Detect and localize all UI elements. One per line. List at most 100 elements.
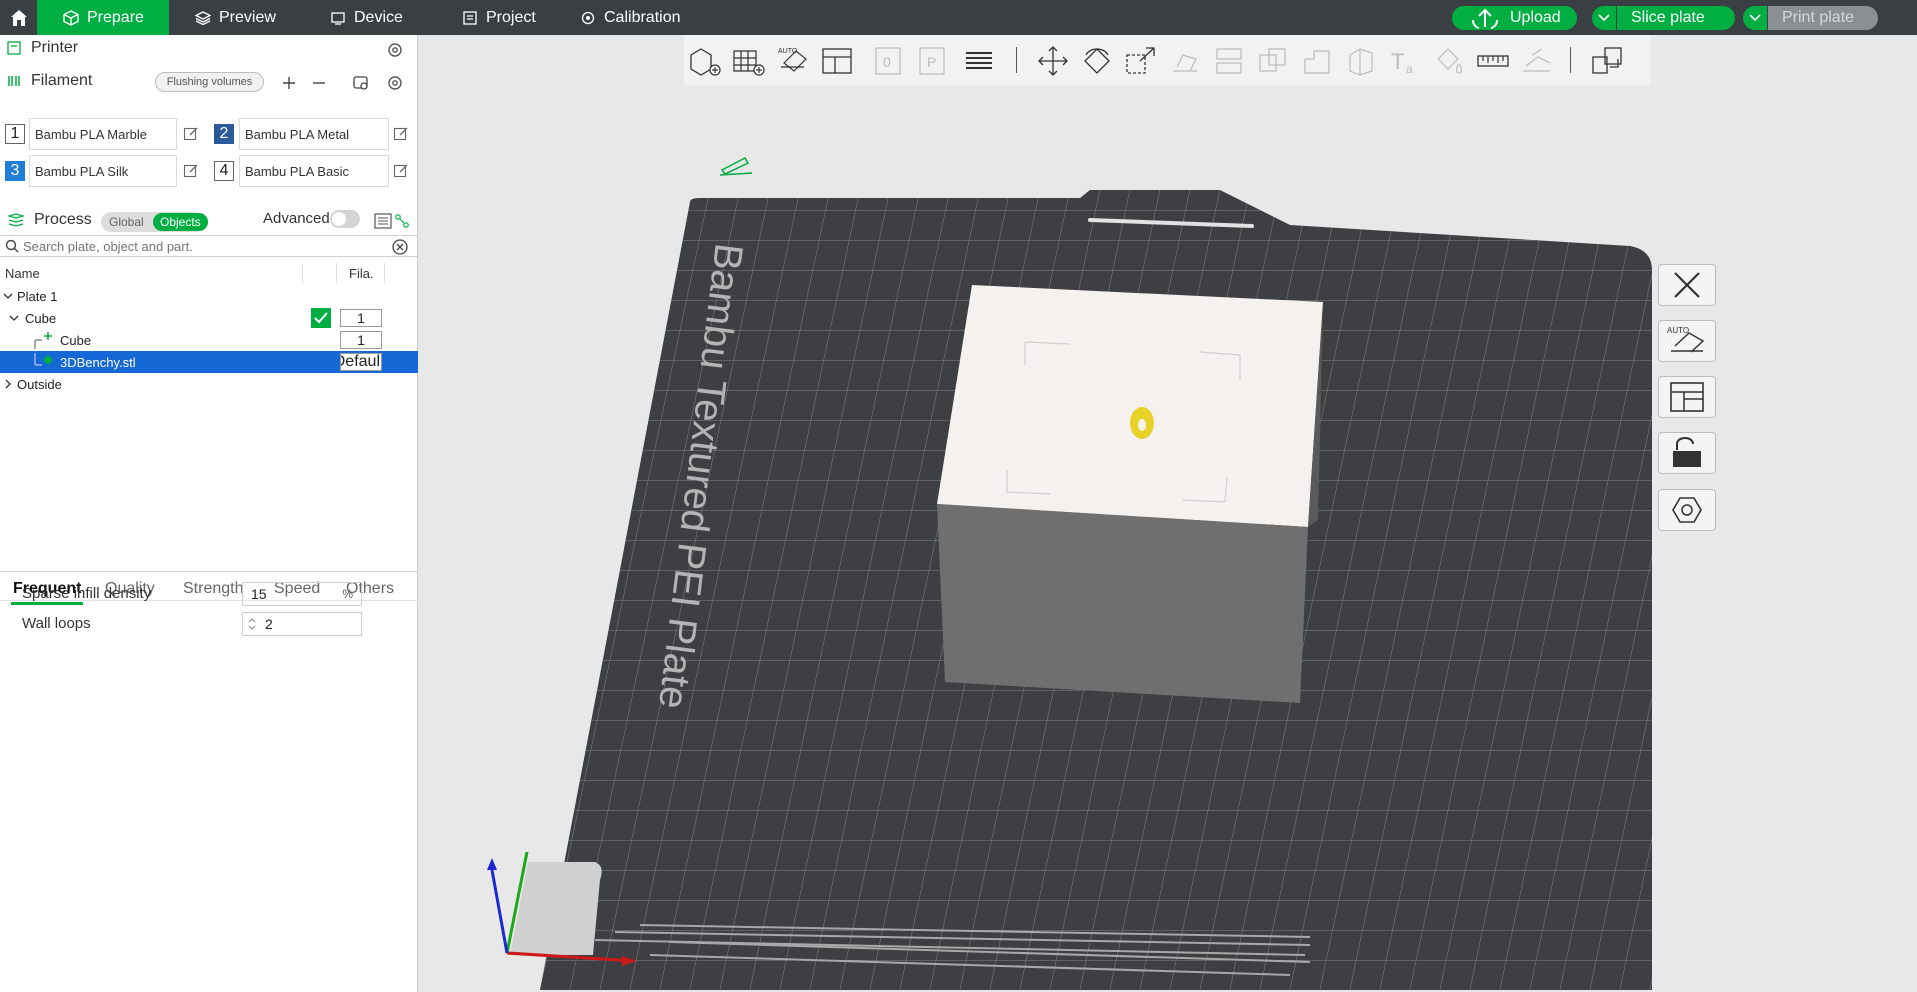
lay-on-face-icon[interactable]: [1168, 45, 1202, 77]
pencil-icon[interactable]: [719, 157, 753, 176]
tab-calibration[interactable]: Calibration: [580, 0, 680, 35]
filament-slot-1-select[interactable]: Bambu PLA Marble: [29, 118, 177, 150]
chevron-down-icon[interactable]: [9, 313, 19, 323]
unlock-icon: [1673, 437, 1701, 467]
cube-top-face[interactable]: [937, 285, 1323, 527]
sparse-infill-input[interactable]: 15 %: [242, 582, 362, 606]
plate-p-icon[interactable]: P: [916, 45, 950, 77]
clear-search-icon[interactable]: [392, 239, 408, 255]
filament-settings-icon[interactable]: [386, 74, 404, 92]
part-icon: [34, 332, 52, 349]
filament-select[interactable]: Defaul: [340, 353, 382, 371]
tab-device[interactable]: Device: [330, 0, 403, 35]
cut-icon[interactable]: [1212, 45, 1246, 77]
chevron-down-icon: [1598, 14, 1610, 22]
wall-loops-input[interactable]: 2: [242, 612, 362, 636]
slice-dropdown-button[interactable]: [1592, 6, 1616, 30]
filament-slot-4-select[interactable]: Bambu PLA Basic: [239, 155, 389, 187]
lock-plate-button[interactable]: [1658, 432, 1716, 474]
auto-orient-button[interactable]: AUTO: [1658, 320, 1716, 362]
tab-prepare[interactable]: Prepare: [37, 0, 169, 35]
advanced-switch[interactable]: [330, 210, 360, 228]
object-search-input[interactable]: [23, 238, 393, 254]
tab-preview[interactable]: Preview: [195, 0, 276, 35]
stepper-icon[interactable]: [247, 616, 257, 632]
filament-select[interactable]: 1: [340, 309, 382, 327]
move-icon[interactable]: [1036, 45, 1070, 77]
measure-icon[interactable]: [1476, 45, 1510, 77]
layers-view-icon[interactable]: [962, 45, 996, 77]
filament-slot-1-number: 1: [5, 124, 25, 144]
plate-settings-button[interactable]: [1658, 489, 1716, 531]
arrange-icon[interactable]: [820, 45, 854, 77]
advanced-label: Advanced: [263, 210, 330, 227]
arrange-button[interactable]: [1658, 376, 1716, 418]
svg-text:P: P: [927, 54, 936, 70]
tab-project[interactable]: Project: [462, 0, 536, 35]
sparse-infill-value: 15: [251, 586, 267, 602]
boolean-icon[interactable]: [1256, 45, 1290, 77]
close-icon: [1674, 272, 1700, 298]
printer-section-header[interactable]: Printer: [7, 39, 78, 57]
filament-slot-4-number: 4: [214, 161, 234, 181]
tab-device-label: Device: [354, 8, 403, 26]
filament-slot-2-select[interactable]: Bambu PLA Metal: [239, 118, 389, 150]
rotate-icon[interactable]: [1080, 45, 1114, 77]
printer-settings-icon[interactable]: [386, 41, 404, 59]
search-icon: [5, 239, 19, 253]
print-dropdown-button[interactable]: [1743, 6, 1767, 30]
filament-icon: [8, 76, 20, 86]
tree-row-outside[interactable]: Outside: [0, 373, 418, 395]
process-scope-toggle[interactable]: Global Objects: [101, 212, 208, 232]
chevron-down-icon[interactable]: [3, 291, 13, 301]
filament-slot-2-number: 2: [214, 124, 234, 144]
print-plate-button[interactable]: Print plate: [1768, 6, 1878, 30]
process-list-icon[interactable]: [374, 213, 392, 229]
add-object-icon[interactable]: [688, 45, 722, 77]
auto-orient-icon[interactable]: AUTO: [776, 45, 810, 77]
add-plate-icon[interactable]: [732, 45, 766, 77]
column-fila[interactable]: Fila.: [349, 266, 374, 281]
tree-row-modifier-selected[interactable]: 3DBenchy.stl Defaul: [0, 351, 418, 373]
color-paint-icon[interactable]: [1432, 45, 1466, 77]
home-button[interactable]: [0, 0, 37, 35]
scale-icon[interactable]: [1124, 45, 1158, 77]
close-view-button[interactable]: [1658, 264, 1716, 306]
edit-icon[interactable]: [183, 163, 199, 179]
slice-plate-button[interactable]: Slice plate: [1617, 6, 1735, 30]
support-paint-icon[interactable]: [1300, 45, 1334, 77]
sync-filament-icon[interactable]: [352, 74, 370, 92]
edit-icon[interactable]: [393, 163, 409, 179]
upload-button[interactable]: Upload: [1452, 6, 1577, 30]
sparse-infill-label: Sparse infill density: [22, 585, 152, 602]
tree-row-plate[interactable]: Plate 1: [0, 285, 418, 307]
filament-select[interactable]: 1: [340, 331, 382, 349]
toggle-objects[interactable]: Objects: [153, 213, 208, 231]
z-axis: [490, 869, 509, 954]
column-name[interactable]: Name: [5, 266, 40, 281]
edit-icon[interactable]: [393, 126, 409, 142]
text-icon[interactable]: Ta: [1388, 45, 1422, 77]
split-icon[interactable]: [1590, 45, 1624, 77]
plate-zero-icon[interactable]: 0: [872, 45, 906, 77]
edit-icon[interactable]: [183, 126, 199, 142]
left-panel: Printer Filament Flushing volumes 1 Bamb…: [0, 35, 418, 992]
chevron-right-icon[interactable]: [3, 379, 13, 389]
assembly-icon[interactable]: [1520, 45, 1554, 77]
add-filament-icon[interactable]: [281, 75, 297, 91]
remove-filament-icon[interactable]: [311, 75, 327, 91]
hexagon-icon: [1672, 497, 1702, 523]
tree-row-object[interactable]: Cube 1: [0, 307, 418, 329]
flushing-volumes-button[interactable]: Flushing volumes: [155, 72, 264, 92]
cube-front-face[interactable]: [937, 504, 1308, 703]
tab-strength[interactable]: Strength: [183, 580, 243, 598]
seam-paint-icon[interactable]: [1344, 45, 1378, 77]
tree-row-part[interactable]: Cube 1: [0, 329, 418, 351]
process-compare-icon[interactable]: [394, 213, 410, 229]
filament-section-header: Filament: [7, 72, 92, 90]
filament-slot-3-select[interactable]: Bambu PLA Silk: [29, 155, 177, 187]
toggle-global[interactable]: Global: [109, 215, 144, 229]
chevron-down-icon: [1749, 14, 1761, 22]
toolbar-divider: [1016, 47, 1017, 73]
checkbox-checked-icon[interactable]: [311, 308, 331, 328]
